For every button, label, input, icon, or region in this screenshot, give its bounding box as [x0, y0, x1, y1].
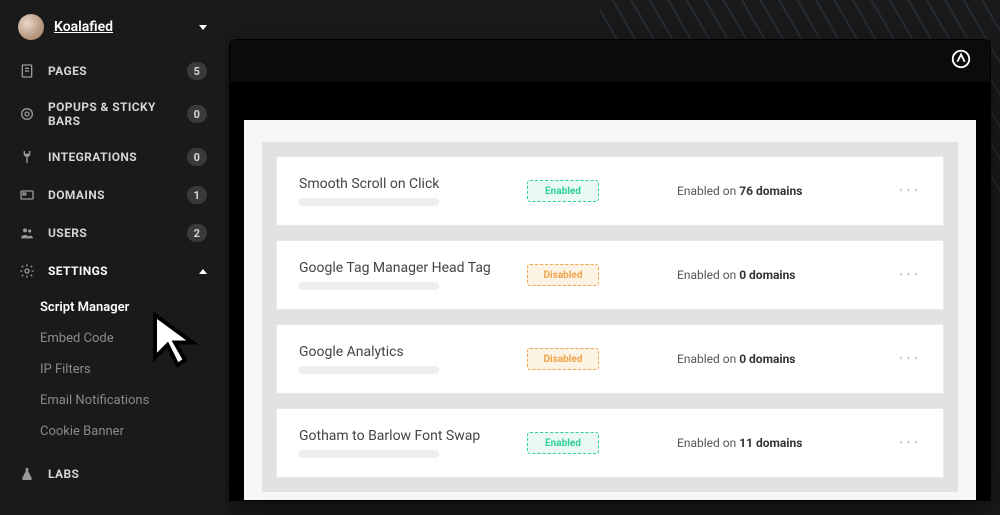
primary-nav: PAGES 5 POPUPS & STICKY BARS 0 INTEGRATI…	[0, 52, 225, 493]
status-badge: Disabled	[527, 348, 599, 370]
status-badge: Enabled	[527, 432, 599, 454]
nav-label: INTEGRATIONS	[48, 150, 137, 164]
gear-icon	[18, 262, 36, 280]
script-description-placeholder	[299, 450, 439, 458]
more-menu-icon[interactable]: •••	[899, 352, 921, 367]
cursor-icon	[145, 310, 205, 374]
script-row[interactable]: Google Tag Manager Head Tag Disabled Ena…	[276, 240, 944, 310]
nav-integrations[interactable]: INTEGRATIONS 0	[0, 138, 225, 176]
status-badge: Disabled	[527, 264, 599, 286]
username: Koalafied	[54, 19, 113, 35]
nav-count-badge: 0	[187, 148, 207, 166]
plug-icon	[18, 148, 36, 166]
nav-count-badge: 1	[187, 186, 207, 204]
nav-label: USERS	[48, 226, 87, 240]
domain-count-text: Enabled on 11 domains	[677, 436, 881, 450]
more-menu-icon[interactable]: •••	[899, 436, 921, 451]
nav-count-badge: 0	[187, 105, 207, 123]
domain-count-text: Enabled on 0 domains	[677, 352, 881, 366]
script-name: Gotham to Barlow Font Swap	[299, 428, 509, 444]
nav-label: PAGES	[48, 64, 87, 78]
nav-label: POPUPS & STICKY BARS	[48, 100, 163, 128]
main-panel: Smooth Scroll on Click Enabled Enabled o…	[230, 40, 990, 500]
script-description-placeholder	[299, 282, 439, 290]
status-badge: Enabled	[527, 180, 599, 202]
page-icon	[18, 62, 36, 80]
content-area: Smooth Scroll on Click Enabled Enabled o…	[244, 120, 976, 500]
nav-settings[interactable]: SETTINGS	[0, 252, 225, 290]
script-name: Google Analytics	[299, 344, 509, 360]
subnav-cookie-banner[interactable]: Cookie Banner	[0, 416, 225, 447]
more-menu-icon[interactable]: •••	[899, 268, 921, 283]
brand-icon	[950, 48, 972, 74]
nav-count-badge: 5	[187, 62, 207, 80]
nav-pages[interactable]: PAGES 5	[0, 52, 225, 90]
script-name: Smooth Scroll on Click	[299, 176, 509, 192]
script-description-placeholder	[299, 198, 439, 206]
nav-label: DOMAINS	[48, 188, 105, 202]
subnav-email-notifications[interactable]: Email Notifications	[0, 385, 225, 416]
domain-count-text: Enabled on 0 domains	[677, 268, 881, 282]
nav-domains[interactable]: DOMAINS 1	[0, 176, 225, 214]
more-menu-icon[interactable]: •••	[899, 184, 921, 199]
avatar	[18, 14, 44, 40]
nav-labs[interactable]: LABS	[0, 455, 225, 493]
target-icon	[18, 105, 36, 123]
chevron-up-icon	[199, 269, 207, 274]
sidebar: Koalafied PAGES 5 POPUPS & STICKY BARS 0…	[0, 0, 225, 515]
script-row[interactable]: Smooth Scroll on Click Enabled Enabled o…	[276, 156, 944, 226]
nav-users[interactable]: USERS 2	[0, 214, 225, 252]
nav-popups[interactable]: POPUPS & STICKY BARS 0	[0, 90, 225, 138]
script-row[interactable]: Gotham to Barlow Font Swap Enabled Enabl…	[276, 408, 944, 478]
domain-count-text: Enabled on 76 domains	[677, 184, 881, 198]
nav-label: SETTINGS	[48, 264, 108, 278]
script-description-placeholder	[299, 366, 439, 374]
domain-icon	[18, 186, 36, 204]
chevron-down-icon	[199, 25, 207, 30]
users-icon	[18, 224, 36, 242]
topbar	[230, 40, 990, 82]
script-name: Google Tag Manager Head Tag	[299, 260, 509, 276]
nav-count-badge: 2	[187, 224, 207, 242]
account-switcher[interactable]: Koalafied	[0, 0, 225, 52]
flask-icon	[18, 465, 36, 483]
scripts-list: Smooth Scroll on Click Enabled Enabled o…	[262, 142, 958, 492]
script-row[interactable]: Google Analytics Disabled Enabled on 0 d…	[276, 324, 944, 394]
nav-label: LABS	[48, 467, 79, 481]
